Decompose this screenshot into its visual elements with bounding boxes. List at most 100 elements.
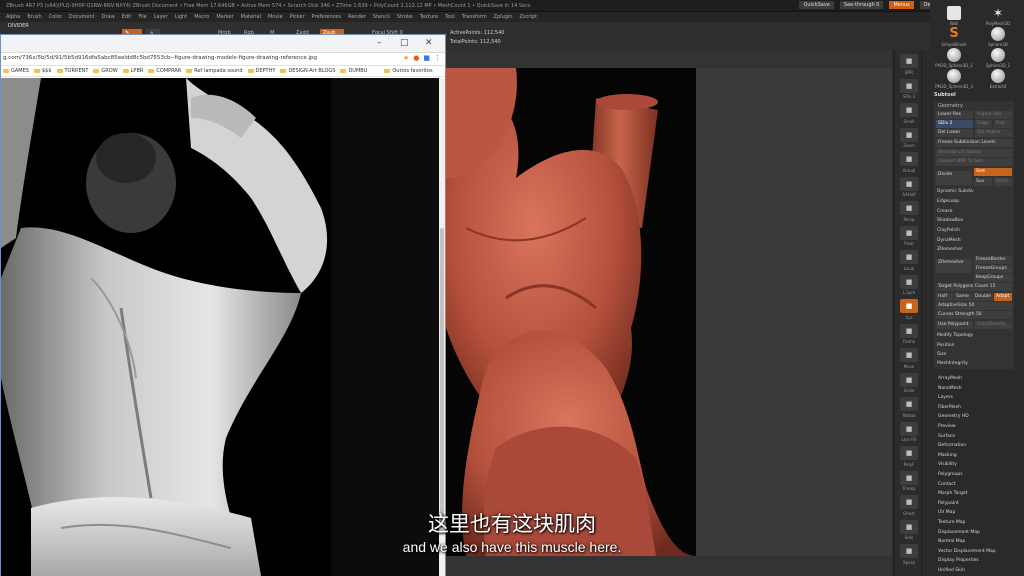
bookmark-item[interactable]: DEPTHY <box>247 68 275 74</box>
view-control-local[interactable]: ■ <box>900 250 918 264</box>
view-control-aahalf[interactable]: ■ <box>900 176 918 191</box>
zremesher-button[interactable]: ZRemesher <box>936 259 972 273</box>
bookmark-item[interactable]: DESIGN-Art BLOGS <box>280 68 335 74</box>
adaptive-size-slider[interactable]: AdaptiveSize 50 <box>936 302 1012 310</box>
edgeloop-section[interactable]: EdgeLoop <box>937 199 959 204</box>
tool-menu-item-polypaint[interactable]: Polypaint <box>938 499 996 509</box>
subtool-header[interactable]: Subtool <box>934 92 956 98</box>
half-button[interactable]: Half <box>936 293 953 301</box>
view-control-polyf[interactable]: ■ <box>900 446 918 460</box>
smt-toggle[interactable]: Smt <box>974 168 1012 176</box>
bookmark-item[interactable]: Ref lampada sound <box>186 68 243 74</box>
see-through-slider[interactable]: See-through 0 <box>839 1 884 9</box>
extension-icon-2[interactable]: ■ <box>423 54 430 62</box>
tool-menu-item-unified-skin[interactable]: Unified Skin <box>938 566 996 576</box>
higher-res-button[interactable]: Higher Res <box>975 111 1012 119</box>
menu-item-document[interactable]: Document <box>69 14 95 20</box>
tool-menu-item-arraymesh[interactable]: ArrayMesh <box>938 374 996 384</box>
menu-item-zscript[interactable]: Zscript <box>520 14 537 20</box>
tool-thumbnail[interactable]: Wall <box>934 6 974 26</box>
same-button[interactable]: Same <box>954 293 972 301</box>
menu-item-transform[interactable]: Transform <box>462 14 487 20</box>
menu-item-layer[interactable]: Layer <box>154 14 168 20</box>
view-control-scale[interactable]: ■ <box>900 372 918 387</box>
menu-item-alpha[interactable]: Alpha <box>6 14 20 20</box>
divide-button[interactable]: Divide <box>936 171 972 185</box>
tool-menu-item-nanomesh[interactable]: NanoMesh <box>938 384 996 394</box>
use-polypaint-toggle[interactable]: Use Polypaint <box>936 321 973 329</box>
view-control-l-sym[interactable]: ■ <box>900 274 918 289</box>
crease-section[interactable]: Crease <box>937 209 953 214</box>
tool-menu-item-surface[interactable]: Surface <box>938 432 996 442</box>
sdiv-slider[interactable]: SDiv 2 <box>936 120 973 128</box>
menu-dots-icon[interactable]: ⋮ <box>434 54 441 62</box>
address-bar[interactable]: g.com/736x/5b/5d/91/5b5d916dfa5abc85eeld… <box>1 53 445 66</box>
browser-scrollbar[interactable] <box>439 78 445 576</box>
view-control-persp[interactable]: ■ <box>900 201 918 215</box>
convert-bpr-button[interactable]: Convert BPR To Geo <box>936 158 1012 166</box>
freeze-border-toggle[interactable]: FreezeBorder <box>974 256 1012 264</box>
freeze-subdivision-button[interactable]: Freeze Subdivision Levels <box>936 139 1012 147</box>
browser-window[interactable]: – □ ✕ g.com/736x/5b/5d/91/5b5d916dfa5abc… <box>0 34 446 576</box>
reconstruct-subdiv-button[interactable]: Reconstruct Subdiv <box>936 149 1012 157</box>
menu-item-zplugin[interactable]: Zplugin <box>494 14 513 20</box>
bookmark-item[interactable]: GROW <box>93 68 118 74</box>
menu-item-material[interactable]: Material <box>241 14 261 20</box>
menu-item-light[interactable]: Light <box>175 14 187 20</box>
menu-item-draw[interactable]: Draw <box>102 14 115 20</box>
zbrush-viewport[interactable] <box>446 50 892 576</box>
menu-item-color[interactable]: Color <box>49 14 62 20</box>
menu-item-movie[interactable]: Movie <box>268 14 283 20</box>
bookmark-item[interactable]: DUMBU <box>340 68 367 74</box>
double-button[interactable]: Double <box>973 293 993 301</box>
view-control-bpr[interactable]: ■ <box>900 54 918 68</box>
bookmark-item[interactable]: $$$ <box>33 68 52 74</box>
tool-menu-item-visibility[interactable]: Visibility <box>938 460 996 470</box>
dynamic-subdiv-section[interactable]: Dynamic Subdiv <box>937 189 974 194</box>
menu-item-macro[interactable]: Macro <box>194 14 209 20</box>
address-url-text[interactable]: g.com/736x/5b/5d/91/5b5d916dfa5abc85eeld… <box>3 55 317 61</box>
tool-thumbnail[interactable]: ✶ PolyMesh3D <box>978 6 1018 26</box>
view-control-xyz[interactable]: ■ <box>900 299 918 313</box>
freeze-groups-toggle[interactable]: FreezeGroups <box>974 265 1012 273</box>
menu-item-texture[interactable]: Texture <box>420 14 438 20</box>
view-control-ghost[interactable]: ■ <box>900 495 918 509</box>
view-control-transp[interactable]: ■ <box>900 470 918 485</box>
del-higher-button[interactable]: Del Higher <box>975 129 1012 137</box>
adapt-toggle[interactable]: Adapt <box>994 293 1012 301</box>
view-control-rotate[interactable]: ■ <box>900 397 918 411</box>
curves-strength-slider[interactable]: Curves Strength 50 <box>936 311 1012 319</box>
zremesher-section[interactable]: ZRemesher <box>937 247 963 252</box>
tool-menu-item-polygroups[interactable]: Polygroups <box>938 470 996 480</box>
browser-title-bar[interactable]: – □ ✕ <box>1 35 445 53</box>
menu-item-file[interactable]: File <box>138 14 146 20</box>
tool-menu-item-preview[interactable]: Preview <box>938 422 996 432</box>
reuv-toggle[interactable]: ReUV <box>994 178 1012 186</box>
keep-groups-toggle[interactable]: KeepGroups <box>974 274 1012 282</box>
color-density-slider[interactable]: ColorDensity <box>975 321 1012 329</box>
tool-menu-item-deformation[interactable]: Deformation <box>938 441 996 451</box>
shadowbox-section[interactable]: ShadowBox <box>937 218 963 223</box>
other-bookmarks[interactable]: Outros favoritos <box>384 68 433 74</box>
browser-close-icon[interactable]: ✕ <box>425 38 433 48</box>
view-control-actual[interactable]: ■ <box>900 152 918 166</box>
menu-item-marker[interactable]: Marker <box>216 14 233 20</box>
cage-button[interactable]: Cage <box>975 120 992 128</box>
dynamesh-section[interactable]: DynaMesh <box>937 238 961 243</box>
tool-thumbnail[interactable]: PM3D_Sphere3D_3 <box>934 69 974 89</box>
star-icon[interactable]: ★ <box>403 54 409 62</box>
tool-menu-item-masking[interactable]: Masking <box>938 451 996 461</box>
tool-menu-item-contact[interactable]: Contact <box>938 480 996 490</box>
tool-menu-item-display-properties[interactable]: Display Properties <box>938 556 996 566</box>
view-control-floor[interactable]: ■ <box>900 225 918 240</box>
size-section[interactable]: Size <box>937 352 946 357</box>
view-control-frame[interactable]: ■ <box>900 323 918 338</box>
menu-item-preferences[interactable]: Preferences <box>312 14 341 20</box>
bookmark-item[interactable]: COMPRAR <box>148 68 181 74</box>
view-control-scroll[interactable]: ■ <box>900 103 918 117</box>
target-polygons-slider[interactable]: Target Polygons Count 15 <box>936 283 1012 291</box>
sculpt-canvas[interactable] <box>446 68 696 556</box>
extension-icon[interactable]: ● <box>413 54 419 62</box>
menu-item-brush[interactable]: Brush <box>27 14 41 20</box>
tool-thumbnail[interactable]: Extract4 <box>978 69 1018 89</box>
